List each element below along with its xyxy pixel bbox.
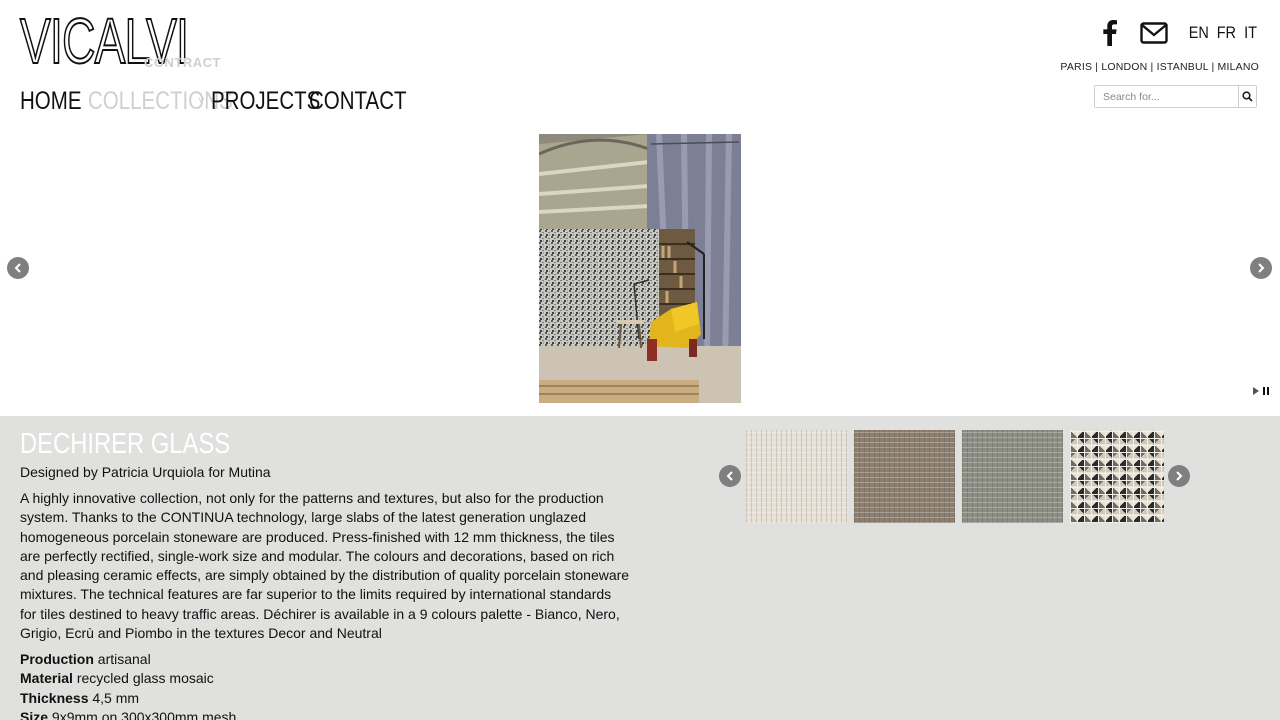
search-input[interactable] bbox=[1095, 86, 1238, 107]
facebook-icon[interactable] bbox=[1095, 18, 1125, 48]
swatch-thumbnail[interactable] bbox=[1070, 430, 1164, 523]
pause-icon bbox=[1263, 387, 1269, 395]
nav-contact[interactable]: CONTACT bbox=[309, 86, 407, 116]
language-switcher: EN FR IT bbox=[1187, 23, 1258, 43]
collection-title: DECHIRER GLASS bbox=[20, 428, 231, 460]
spec-thickness: Thickness 4,5 mm bbox=[20, 689, 140, 706]
swatch-thumbnail[interactable] bbox=[962, 430, 1063, 523]
logo[interactable]: VICALVI CONTRACT bbox=[19, 8, 254, 74]
search-icon bbox=[1242, 91, 1253, 102]
spec-material: Material recycled glass mosaic bbox=[20, 670, 214, 687]
swatch-thumbnail[interactable] bbox=[746, 430, 847, 523]
swatch-thumbnail[interactable] bbox=[854, 430, 955, 523]
mail-icon[interactable] bbox=[1139, 18, 1169, 48]
main-nav: HOME COLLECTIONS ˅ PROJECTS CONTACT bbox=[20, 86, 407, 116]
slider-image bbox=[539, 134, 741, 403]
cities-list: PARIS | LONDON | ISTANBUL | MILANO bbox=[1060, 61, 1259, 73]
collection-specs: Production artisanal Material recycled g… bbox=[20, 650, 236, 720]
chevron-right-icon bbox=[1176, 471, 1183, 481]
chevron-left-icon bbox=[726, 471, 733, 481]
spec-size: Size 9x9mm on 300x300mm mesh bbox=[20, 708, 237, 720]
search-button[interactable] bbox=[1238, 86, 1256, 107]
spec-production: Production artisanal bbox=[20, 651, 151, 667]
nav-collections[interactable]: COLLECTIONS bbox=[88, 86, 233, 116]
slider-next-button[interactable] bbox=[1250, 257, 1272, 279]
play-icon bbox=[1253, 387, 1259, 395]
collection-designer: Designed by Patricia Urquiola for Mutina bbox=[20, 464, 271, 480]
collection-description: A highly innovative collection, not only… bbox=[20, 490, 630, 642]
logo-subtitle: CONTRACT bbox=[144, 55, 221, 70]
nav-home[interactable]: HOME bbox=[20, 86, 82, 116]
slider-prev-button[interactable] bbox=[7, 257, 29, 279]
swatch-carousel bbox=[746, 430, 1164, 523]
swatch-next-button[interactable] bbox=[1168, 465, 1190, 487]
slider-play-pause[interactable] bbox=[1252, 387, 1270, 395]
nav-projects[interactable]: PROJECTS bbox=[211, 86, 320, 116]
search-box bbox=[1094, 85, 1257, 108]
lang-fr[interactable]: FR bbox=[1217, 23, 1236, 43]
lang-it[interactable]: IT bbox=[1244, 23, 1257, 43]
lang-en[interactable]: EN bbox=[1188, 23, 1208, 43]
chevron-right-icon bbox=[1258, 263, 1265, 273]
header-utilities: EN FR IT bbox=[1095, 18, 1258, 48]
swatch-prev-button[interactable] bbox=[719, 465, 741, 487]
chevron-left-icon bbox=[14, 263, 21, 273]
